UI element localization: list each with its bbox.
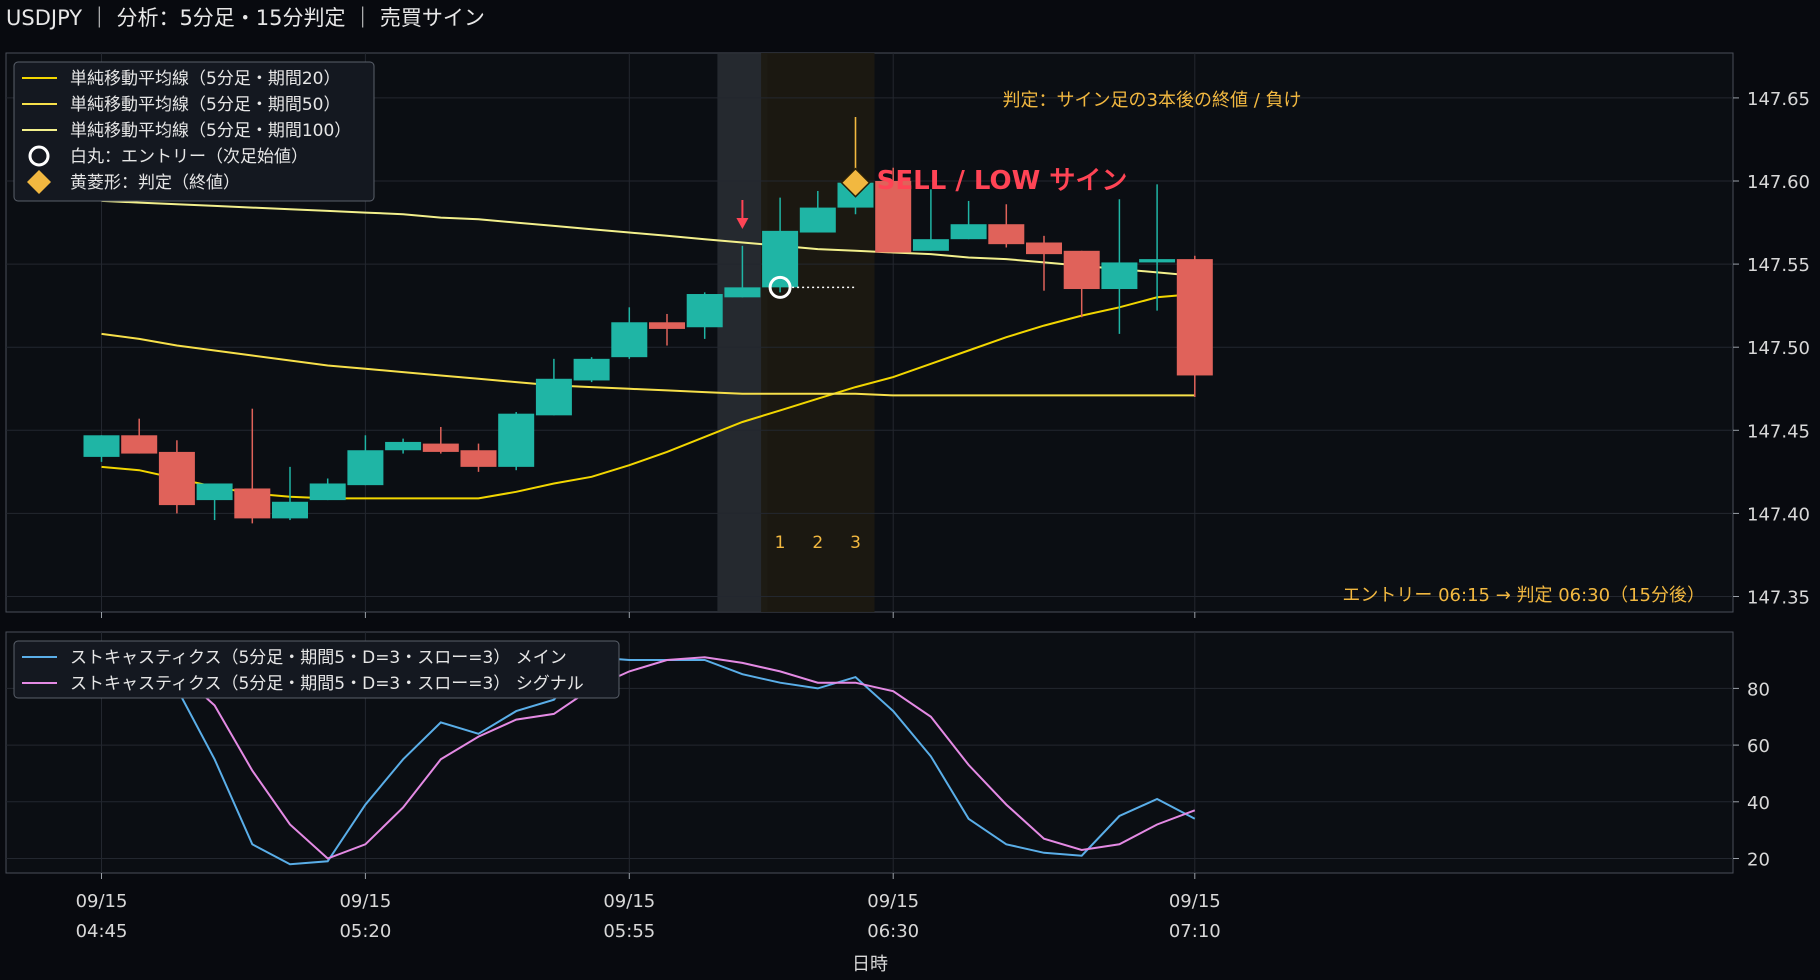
candle-body [1063, 250, 1100, 290]
price-tick-label: 147.60 [1747, 172, 1810, 193]
candle-body [460, 450, 497, 467]
candle-body [158, 451, 195, 506]
judge-window-band [761, 53, 875, 612]
candle-body [1139, 259, 1176, 263]
chart-canvas: SELL / LOW サイン 判定：サイン足の3本後の終値 / 負け 1 2 3 エントリ… [5, 52, 1810, 975]
price-tick-label: 147.55 [1747, 255, 1810, 276]
stoch-legend-entry: ストキャスティクス（5分足・期間5・D=3・スロー=3） メイン [70, 648, 567, 668]
candle-body [83, 435, 120, 457]
price-axis: 147.35 147.40 147.45 147.50 147.55 147.60 147.… [1733, 89, 1810, 609]
stoch-legend-entry: ストキャスティクス（5分足・期間5・D=3・スロー=3） シグナル [70, 674, 584, 694]
x-axis-label: 日時 [852, 954, 888, 975]
candle-body [573, 358, 610, 381]
time-tick-date: 09/15 [1169, 891, 1221, 912]
legend-entry: 白丸：エントリー（次足始値） [70, 147, 308, 167]
candle-body [611, 322, 648, 358]
candle-body [762, 230, 799, 288]
candle-body [1176, 259, 1213, 376]
candle-body [498, 413, 535, 467]
legend-entry: 単純移動平均線（5分足・期間20） [70, 69, 340, 89]
stoch-tick-label: 60 [1747, 736, 1770, 757]
candle-body [950, 224, 987, 240]
time-tick-date: 09/15 [76, 891, 128, 912]
candle-body [121, 435, 158, 454]
stoch-tick-label: 40 [1747, 793, 1770, 814]
stoch-tick-label: 20 [1747, 850, 1770, 871]
candle-body [347, 450, 384, 486]
entry-judge-note: エントリー 06:15 → 判定 06:30（15分後） [1342, 585, 1705, 606]
candle-body [649, 322, 685, 329]
candle-body [686, 294, 723, 328]
legend-entry: 単純移動平均線（5分足・期間100） [70, 121, 351, 141]
time-tick-time: 05:20 [339, 921, 391, 942]
candle-body [1101, 262, 1138, 290]
candle-body [422, 443, 459, 452]
candle-body [272, 501, 308, 519]
candle-body [799, 207, 836, 233]
time-tick-date: 09/15 [339, 891, 391, 912]
time-tick-time: 04:45 [76, 921, 128, 942]
time-tick-time: 07:10 [1169, 921, 1221, 942]
stoch-axis: 20 40 60 80 [1733, 679, 1770, 871]
candle-body [234, 488, 271, 519]
candle-body [724, 287, 761, 298]
price-tick-label: 147.65 [1747, 89, 1810, 110]
candle-body [196, 483, 233, 501]
price-tick-label: 147.50 [1747, 338, 1810, 359]
stoch-legend: ストキャスティクス（5分足・期間5・D=3・スロー=3） メインストキャスティク… [13, 640, 620, 699]
main-legend: 単純移動平均線（5分足・期間20） 単純移動平均線（5分足・期間50） 単純移動平均… [13, 61, 375, 202]
candle-body [912, 239, 949, 251]
count-label-3: 3 [850, 533, 861, 553]
count-label-1: 1 [775, 533, 786, 553]
candle-body [535, 378, 572, 416]
legend-entry: 単純移動平均線（5分足・期間50） [70, 95, 340, 115]
price-tick-label: 147.35 [1747, 588, 1810, 609]
time-tick-time: 05:55 [603, 921, 655, 942]
sell-signal-label: SELL / LOW サイン [877, 166, 1128, 196]
stoch-tick-label: 80 [1747, 679, 1770, 700]
candle-body [309, 483, 346, 501]
time-tick-time: 06:30 [867, 921, 919, 942]
judge-note: 判定：サイン足の3本後の終値 / 負け [1003, 90, 1302, 111]
candle-body [385, 441, 422, 451]
signal-candle-band [717, 53, 768, 612]
candle-body [988, 224, 1025, 245]
legend-entry: 黄菱形：判定（終値） [70, 173, 240, 193]
candle-body [1026, 242, 1062, 255]
price-tick-label: 147.45 [1747, 421, 1810, 442]
time-tick-date: 09/15 [867, 891, 919, 912]
count-label-2: 2 [812, 533, 823, 553]
time-tick-date: 09/15 [603, 891, 655, 912]
price-tick-label: 147.40 [1747, 504, 1810, 525]
